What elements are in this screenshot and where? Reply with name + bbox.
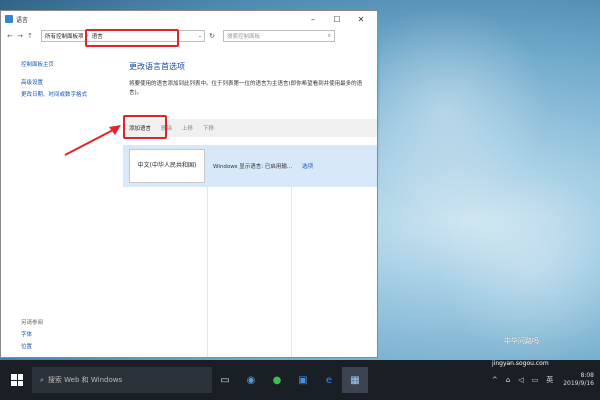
taskbar-search-placeholder: 搜索 Web 和 Windows xyxy=(47,376,123,384)
store-icon[interactable]: ▣ xyxy=(290,367,316,393)
up-arrow-icon[interactable]: ↑ xyxy=(25,32,35,40)
start-button[interactable] xyxy=(4,367,30,393)
windows-logo-icon xyxy=(11,374,23,386)
sidebar-item-control-panel-home[interactable]: 控制面板主页 xyxy=(21,59,121,71)
window-title: 语言 xyxy=(16,16,29,24)
control-panel-window: 语言 – ☐ ✕ ← → ↑ 所有控制面板项 › 语言 ⌄ ↻ 搜索控制面板 ⌕… xyxy=(0,10,378,358)
sidebar-item-date-time-format[interactable]: 更改日期、时间或数字格式 xyxy=(21,89,121,101)
column-divider xyxy=(291,187,292,357)
language-app-icon xyxy=(5,15,13,23)
clock-date: 2019/9/16 xyxy=(563,380,594,387)
language-status: Windows 显示语言: 已启用输... xyxy=(213,164,293,170)
red-arrow-icon xyxy=(64,125,121,156)
move-down-button[interactable]: 下移 xyxy=(203,124,214,132)
see-also-location[interactable]: 位置 xyxy=(21,341,43,353)
close-button[interactable]: ✕ xyxy=(349,15,373,24)
language-row[interactable]: 中文(中华人民共和国) Windows 显示语言: 已启用输... 选项 xyxy=(123,145,377,187)
control-panel-icon[interactable]: ▦ xyxy=(342,367,368,393)
edge-icon[interactable]: e xyxy=(316,367,342,393)
task-view-icon[interactable]: ▭ xyxy=(212,367,238,393)
clock-time: 8:08 xyxy=(580,372,594,379)
sidebar: 控制面板主页 高级设置 更改日期、时间或数字格式 xyxy=(21,59,121,101)
ime-indicator[interactable]: 英 xyxy=(546,375,553,385)
page-title: 更改语言首选项 xyxy=(129,62,185,71)
search-placeholder: 搜索控制面板 xyxy=(227,34,261,40)
language-name: 中文(中华人民共和国) xyxy=(129,149,205,183)
language-options-link[interactable]: 选项 xyxy=(302,162,313,170)
address-row: ← → ↑ 所有控制面板项 › 语言 ⌄ ↻ 搜索控制面板 ⌕ xyxy=(1,27,377,45)
tray-chevron-icon[interactable]: ^ xyxy=(492,376,498,384)
watermark-url: jingyan.sogou.com xyxy=(492,360,549,367)
minimize-button[interactable]: – xyxy=(301,15,325,24)
clock[interactable]: 8:08 2019/9/16 xyxy=(563,372,594,388)
address-highlight-box xyxy=(85,29,179,47)
breadcrumb-all-control-panel[interactable]: 所有控制面板项 xyxy=(45,32,84,40)
taskbar-search-box[interactable]: ⌕ 搜索 Web 和 Windows xyxy=(32,367,212,393)
address-dropdown-icon[interactable]: ⌄ xyxy=(196,33,204,39)
column-divider xyxy=(207,187,208,357)
move-up-button[interactable]: 上移 xyxy=(182,124,193,132)
back-arrow-icon[interactable]: ← xyxy=(5,32,15,40)
page-description: 将要使用的语言添加到此列表中。位于列表第一位的语言为主语言(即你希望看到并使用最… xyxy=(129,81,363,96)
see-also-heading: 另请参阅 xyxy=(21,320,44,326)
browser-icon[interactable]: ◉ xyxy=(238,367,264,393)
see-also: 另请参阅 字体 位置 xyxy=(21,317,43,353)
network-icon[interactable]: ⌂ xyxy=(506,376,510,384)
main-content: 更改语言首选项 将要使用的语言添加到此列表中。位于列表第一位的语言为主语言(即你… xyxy=(129,61,375,98)
sidebar-item-advanced-settings[interactable]: 高级设置 xyxy=(21,77,121,89)
wechat-icon[interactable]: ● xyxy=(264,367,290,393)
see-also-fonts[interactable]: 字体 xyxy=(21,329,43,341)
taskbar-search-icon: ⌕ xyxy=(40,375,44,384)
watermark-logo: 中华问路吗 xyxy=(504,337,539,345)
search-input[interactable]: 搜索控制面板 ⌕ xyxy=(223,30,335,42)
volume-icon[interactable]: ◁ xyxy=(518,376,523,384)
system-tray: ^ ⌂ ◁ ▭ 英 8:08 2019/9/16 xyxy=(488,372,600,388)
notification-icon[interactable]: ▭ xyxy=(532,376,539,384)
refresh-icon[interactable]: ↻ xyxy=(205,32,219,40)
search-icon[interactable]: ⌕ xyxy=(328,32,331,40)
forward-arrow-icon[interactable]: → xyxy=(15,32,25,40)
title-bar: 语言 – ☐ ✕ xyxy=(1,11,377,27)
maximize-button[interactable]: ☐ xyxy=(325,15,349,24)
add-language-highlight-box xyxy=(123,115,167,139)
